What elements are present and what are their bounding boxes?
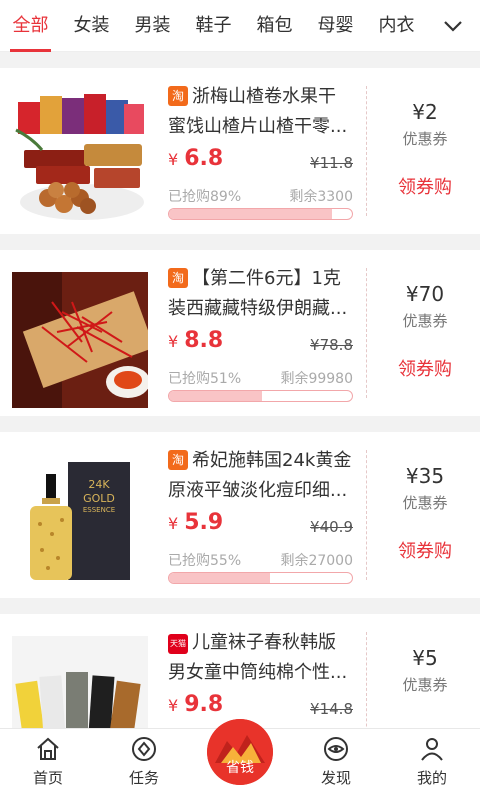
remaining-count: 剩余3300 [289, 189, 353, 205]
tab-women[interactable]: 女装 [61, 0, 122, 52]
sold-progress-bar [168, 572, 353, 584]
tmall-badge: 天猫 [168, 634, 188, 654]
svg-text:GOLD: GOLD [83, 492, 115, 505]
sold-progress-bar [168, 390, 353, 402]
product-info: 淘希妃施韩国24k黄金原液平皱淡化痘印细... ¥5.9 ¥40.9 已抢购55… [168, 446, 353, 584]
coupon-label: 优惠券 [402, 130, 448, 148]
price-row: ¥6.8 ¥11.8 [168, 142, 353, 180]
product-title[interactable]: 淘【第二件6元】1克装西藏藏特级伊朗藏... [168, 264, 353, 324]
coupon-block[interactable]: ¥5 优惠券 [370, 646, 480, 695]
product-info: 淘浙梅山楂卷水果干蜜饯山楂片山楂干零... ¥6.8 ¥11.8 已抢购89% … [168, 82, 353, 220]
nav-mine-label: 我的 [416, 769, 447, 787]
original-price: ¥40.9 [310, 518, 353, 536]
coupon-block[interactable]: ¥2 优惠券 领券购 [370, 100, 480, 199]
bottom-nav: 首页 任务 省钱 发现 我的 [0, 719, 480, 800]
coupon-amount: ¥5 [412, 646, 438, 670]
price-row: ¥8.8 ¥78.8 [168, 324, 353, 362]
tab-underwear[interactable]: 内衣 [366, 0, 427, 52]
coupon-block[interactable]: ¥35 优惠券 领券购 [370, 464, 480, 563]
coupon-amount: ¥70 [405, 282, 445, 306]
nav-save[interactable]: 省钱 [192, 719, 288, 800]
coupon-amount: ¥2 [412, 100, 438, 124]
save-money-icon[interactable]: 省钱 [207, 719, 273, 785]
nav-tasks-label: 任务 [128, 769, 159, 787]
nav-tasks[interactable]: 任务 [96, 729, 192, 800]
product-card[interactable]: 淘【第二件6元】1克装西藏藏特级伊朗藏... ¥8.8 ¥78.8 已抢购51%… [0, 250, 480, 416]
tab-men[interactable]: 男装 [122, 0, 183, 52]
sales-stats: 已抢购51% 剩余99980 [168, 366, 353, 388]
nav-discover-label: 发现 [320, 769, 351, 787]
current-price: ¥8.8 [168, 328, 224, 353]
svg-text:24K: 24K [88, 478, 110, 491]
nav-home-label: 首页 [32, 769, 63, 787]
product-title[interactable]: 淘希妃施韩国24k黄金原液平皱淡化痘印细... [168, 446, 353, 506]
nav-discover[interactable]: 发现 [288, 729, 384, 800]
user-icon [421, 738, 443, 761]
product-image[interactable]: 24K GOLD ESSENCE [12, 454, 148, 590]
coupon-label: 优惠券 [402, 494, 448, 512]
price-row: ¥9.8 ¥14.8 [168, 688, 353, 726]
product-list: 淘浙梅山楂卷水果干蜜饯山楂片山楂干零... ¥6.8 ¥11.8 已抢购89% … [0, 68, 480, 796]
tab-baby[interactable]: 母婴 [305, 0, 366, 52]
sold-progress-bar [168, 208, 353, 220]
taobao-badge: 淘 [168, 86, 188, 106]
remaining-count: 剩余27000 [280, 553, 353, 569]
tab-shoes[interactable]: 鞋子 [183, 0, 244, 52]
coupon-block[interactable]: ¥70 优惠券 领券购 [370, 282, 480, 381]
category-tabs: 全部 女装 男装 鞋子 箱包 母婴 内衣 [0, 0, 480, 52]
nav-mine[interactable]: 我的 [384, 729, 480, 800]
product-info: 天猫 儿童袜子春秋韩版男女童中筒纯棉个性... ¥9.8 ¥14.8 [168, 628, 353, 726]
current-price: ¥5.9 [168, 510, 224, 535]
original-price: ¥14.8 [310, 700, 353, 718]
product-card[interactable]: 24K GOLD ESSENCE 淘希妃施韩国24k黄金原液平皱淡化痘印细...… [0, 432, 480, 598]
current-price: ¥9.8 [168, 692, 224, 717]
current-price: ¥6.8 [168, 146, 224, 171]
tab-bags[interactable]: 箱包 [244, 0, 305, 52]
get-coupon-button[interactable]: 领券购 [370, 537, 480, 563]
nav-home[interactable]: 首页 [0, 729, 96, 800]
discover-icon [324, 737, 348, 761]
taobao-badge: 淘 [168, 268, 188, 288]
original-price: ¥11.8 [310, 154, 353, 172]
remaining-count: 剩余99980 [280, 371, 353, 387]
coin-icon [132, 737, 156, 761]
product-info: 淘【第二件6元】1克装西藏藏特级伊朗藏... ¥8.8 ¥78.8 已抢购51%… [168, 264, 353, 402]
sold-percent: 已抢购55% [168, 553, 242, 569]
taobao-badge: 淘 [168, 450, 188, 470]
product-card[interactable]: 淘浙梅山楂卷水果干蜜饯山楂片山楂干零... ¥6.8 ¥11.8 已抢购89% … [0, 68, 480, 234]
product-image[interactable] [12, 272, 148, 408]
tab-all[interactable]: 全部 [0, 0, 61, 52]
get-coupon-button[interactable]: 领券购 [370, 355, 480, 381]
coupon-divider [366, 450, 367, 580]
sold-percent: 已抢购89% [168, 189, 242, 205]
coupon-divider [366, 268, 367, 398]
svg-text:ESSENCE: ESSENCE [83, 506, 115, 514]
coupon-label: 优惠券 [402, 312, 448, 330]
nav-save-label: 省钱 [226, 760, 254, 776]
sold-percent: 已抢购51% [168, 371, 242, 387]
product-image[interactable] [12, 90, 148, 226]
coupon-amount: ¥35 [405, 464, 445, 488]
original-price: ¥78.8 [310, 336, 353, 354]
price-row: ¥5.9 ¥40.9 [168, 506, 353, 544]
home-icon [37, 737, 59, 760]
get-coupon-button[interactable]: 领券购 [370, 173, 480, 199]
sales-stats: 已抢购55% 剩余27000 [168, 548, 353, 570]
chevron-down-icon[interactable] [438, 12, 468, 40]
coupon-divider [366, 86, 367, 216]
coupon-label: 优惠券 [402, 676, 448, 694]
product-title[interactable]: 天猫 儿童袜子春秋韩版男女童中筒纯棉个性... [168, 628, 353, 688]
product-title[interactable]: 淘浙梅山楂卷水果干蜜饯山楂片山楂干零... [168, 82, 353, 142]
sales-stats: 已抢购89% 剩余3300 [168, 184, 353, 206]
